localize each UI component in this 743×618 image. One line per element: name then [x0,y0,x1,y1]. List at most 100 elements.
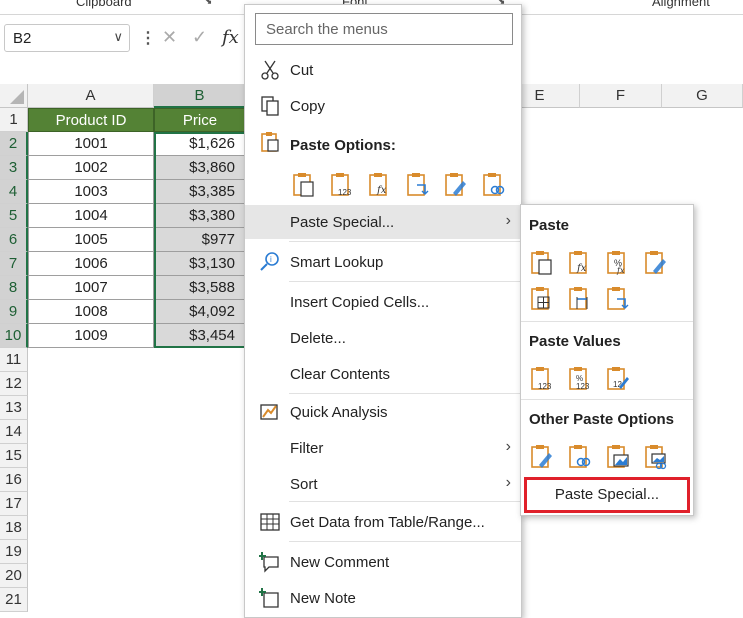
menu-item-sort[interactable]: Sort › [245,467,521,501]
row-header-5[interactable]: 5 [0,204,28,228]
cell-price[interactable]: $3,860 [154,156,246,180]
menu-separator [289,501,521,502]
svg-text:fx: fx [616,266,625,275]
row-header-16[interactable]: 16 [0,468,28,492]
row-header-4[interactable]: 4 [0,180,28,204]
menu-item-get-data[interactable]: Get Data from Table/Range... [245,505,521,539]
cell-product-id[interactable]: 1009 [28,324,154,348]
menu-item-smart-lookup[interactable]: i Smart Lookup [245,245,521,279]
cell-price[interactable]: $977 [154,228,246,252]
menu-item-insert-copied-cells[interactable]: Insert Copied Cells... [245,285,521,319]
cell-product-id[interactable]: 1007 [28,276,154,300]
cell-product-id[interactable]: 1005 [28,228,154,252]
menu-search-box[interactable] [255,13,513,45]
menu-item-copy[interactable]: Copy [245,89,521,123]
column-header-a[interactable]: A [28,84,154,108]
paste-formulas-icon[interactable]: fx [367,171,393,199]
row-header-6[interactable]: 6 [0,228,28,252]
cell-product-id[interactable]: 1002 [28,156,154,180]
menu-label: Cut [290,62,314,79]
cell-price[interactable]: $3,380 [154,204,246,228]
paste-transpose-icon[interactable] [405,171,431,199]
cell-product-id[interactable]: 1004 [28,204,154,228]
menu-item-filter[interactable]: Filter › [245,431,521,465]
cell-price[interactable]: $3,385 [154,180,246,204]
paste-values-icon[interactable]: 123 [529,365,555,393]
cell-price[interactable]: $4,092 [154,300,246,324]
cell-price[interactable]: $1,626 [154,132,246,156]
row-header-21[interactable]: 21 [0,588,28,612]
cell-product-id[interactable]: 1008 [28,300,154,324]
row-header-12[interactable]: 12 [0,372,28,396]
row-header-20[interactable]: 20 [0,564,28,588]
menu-label: Quick Analysis [290,404,388,421]
menu-item-quick-analysis[interactable]: Quick Analysis [245,395,521,429]
paste-link-icon[interactable] [567,443,593,471]
insert-function-icon[interactable]: fx [222,27,239,48]
copy-icon [261,96,279,116]
cell-price[interactable]: $3,130 [154,252,246,276]
menu-item-delete[interactable]: Delete... [245,321,521,355]
header-cell-product-id[interactable]: Product ID [28,108,154,132]
row-header-15[interactable]: 15 [0,444,28,468]
row-header-18[interactable]: 18 [0,516,28,540]
menu-item-clear-contents[interactable]: Clear Contents [245,357,521,391]
no-borders-icon[interactable] [529,285,555,313]
paste-special-dialog-button[interactable]: Paste Special... [524,477,690,513]
row-header-14[interactable]: 14 [0,420,28,444]
row-header-19[interactable]: 19 [0,540,28,564]
cell-price[interactable]: $3,588 [154,276,246,300]
row-header-10[interactable]: 10 [0,324,28,348]
clipboard-icon [261,132,279,152]
cell-product-id[interactable]: 1006 [28,252,154,276]
header-cell-price[interactable]: Price [154,108,246,132]
menu-item-cut[interactable]: Cut [245,53,521,87]
cell-product-id[interactable]: 1003 [28,180,154,204]
paste-transpose-icon[interactable] [605,285,631,313]
select-all-corner[interactable] [0,84,28,108]
paste-values-icon[interactable]: 123 [329,171,355,199]
row-header-17[interactable]: 17 [0,492,28,516]
name-box[interactable]: B2 ∨ [4,24,130,52]
submenu-heading-other-paste-options: Other Paste Options [529,411,675,428]
dialog-launcher-icon[interactable]: ⬊ [204,0,212,7]
row-header-1[interactable]: 1 [0,108,28,132]
values-number-format-icon[interactable]: %123 [567,365,593,393]
cell-price[interactable]: $3,454 [154,324,246,348]
menu-item-paste-special[interactable]: Paste Special... › [245,205,521,239]
enter-check-icon[interactable]: ✓ [192,27,207,48]
row-header-9[interactable]: 9 [0,300,28,324]
row-header-2[interactable]: 2 [0,132,28,156]
menu-item-new-comment[interactable]: New Comment [245,545,521,579]
cancel-icon[interactable]: ✕ [162,27,177,48]
linked-picture-icon[interactable] [643,443,669,471]
row-header-3[interactable]: 3 [0,156,28,180]
keep-source-formatting-icon[interactable] [643,249,669,277]
column-header-b[interactable]: B [154,84,246,108]
cell-product-id[interactable]: 1001 [28,132,154,156]
row-header-8[interactable]: 8 [0,276,28,300]
more-options-icon[interactable]: ⋮ [140,28,156,48]
paste-formatting-icon[interactable] [443,171,469,199]
menu-label: Insert Copied Cells... [290,294,430,311]
paste-link-icon[interactable] [481,171,507,199]
paste-formulas-number-format-icon[interactable]: %fx [605,249,631,277]
row-header-11[interactable]: 11 [0,348,28,372]
values-source-formatting-icon[interactable]: 12 [605,365,631,393]
new-comment-icon [259,552,279,573]
paste-icon[interactable] [529,249,555,277]
paste-formulas-icon[interactable]: fx [567,249,593,277]
menu-label: Delete... [290,330,346,347]
paste-picture-icon[interactable] [605,443,631,471]
paste-icon[interactable] [291,171,317,199]
search-input[interactable] [264,14,504,44]
row-header-13[interactable]: 13 [0,396,28,420]
keep-column-widths-icon[interactable] [567,285,593,313]
column-header-f[interactable]: F [580,84,662,108]
paste-formatting-icon[interactable] [529,443,555,471]
menu-item-new-note[interactable]: New Note [245,581,521,615]
column-header-g[interactable]: G [662,84,743,108]
chevron-down-icon[interactable]: ∨ [113,29,123,45]
paste-special-submenu: Paste Paste Values Other Paste Options P… [520,204,694,516]
row-header-7[interactable]: 7 [0,252,28,276]
